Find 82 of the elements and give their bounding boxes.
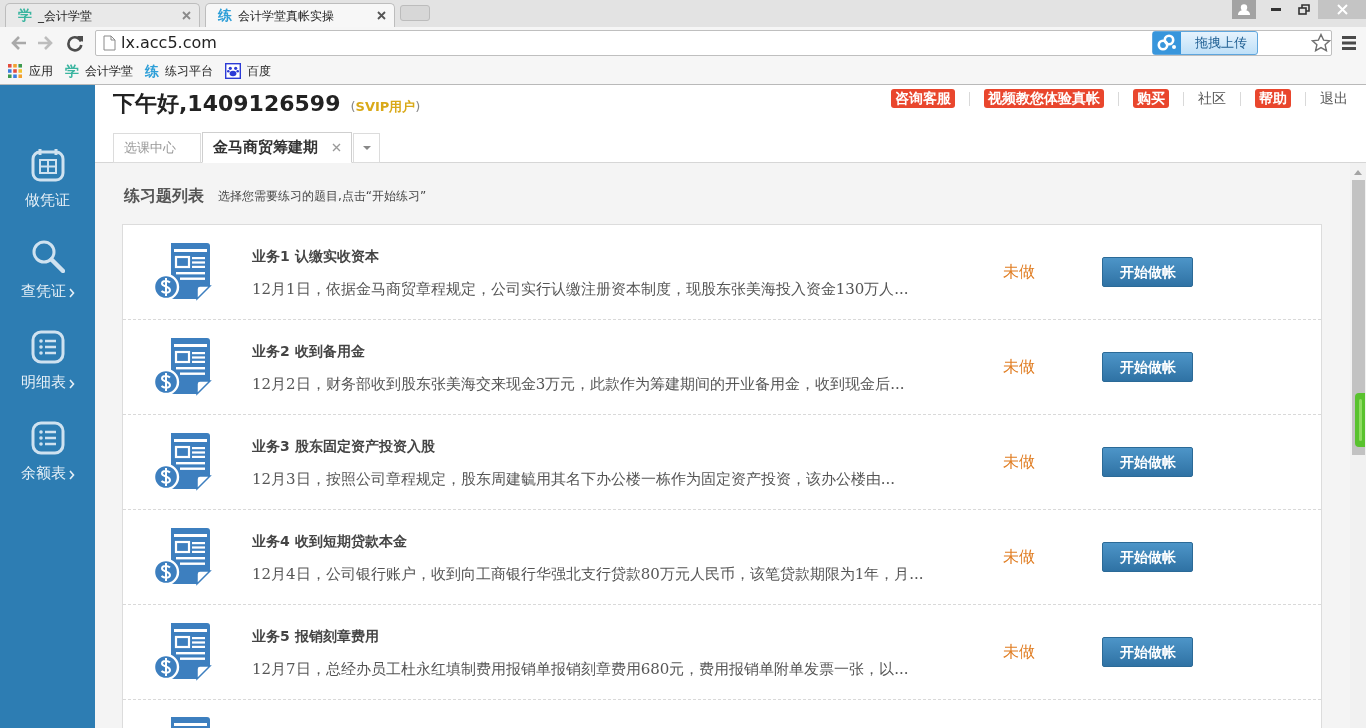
favicon-icon: 学 — [65, 60, 79, 82]
list-icon — [30, 421, 65, 455]
start-button[interactable]: 开始做帐 — [1102, 542, 1193, 572]
exercise-description: 12月2日，财务部收到股东张美海交来现金3万元，此款作为筹建期间的开业备用金，收到现金后... — [252, 373, 906, 394]
bookmark-link[interactable]: 学 会计学堂 — [65, 60, 133, 82]
bookmark-link[interactable]: 百度 — [225, 62, 271, 80]
start-button[interactable]: 开始做帐 — [1102, 447, 1193, 477]
cloud-icon — [1153, 31, 1181, 54]
favicon-icon: 学 — [18, 5, 32, 26]
list-title: 练习题列表 — [124, 185, 204, 207]
greeting-text: 下午好,1409126599 — [113, 90, 341, 118]
exercise-title: 业务2 收到备用金 — [252, 341, 366, 361]
exercise-description: 12月7日，总经办员工杜永红填制费用报销单报销刻章费用680元，费用报销单附单发票一张，以... — [252, 658, 910, 679]
status-text: 未做 — [1003, 642, 1035, 661]
dollar-document-icon — [152, 622, 212, 682]
reload-icon[interactable] — [66, 33, 84, 52]
status-text: 未做 — [1003, 452, 1035, 471]
dollar-document-icon — [152, 242, 212, 302]
list-hint: 选择您需要练习的题目,点击“开始练习” — [218, 188, 427, 205]
upload-extension-button[interactable]: 拖拽上传 — [1152, 30, 1258, 55]
exercise-title: 业务4 收到短期贷款本金 — [252, 531, 408, 551]
calendar-icon — [30, 148, 65, 182]
start-button[interactable]: 开始做帐 — [1102, 352, 1193, 382]
exercise-title: 业务5 报销刻章费用 — [252, 626, 380, 646]
sidebar-label: 查凭证 — [20, 282, 66, 300]
favicon-icon: 练 — [145, 60, 159, 82]
status-text: 未做 — [1003, 547, 1035, 566]
sidebar-label: 明细表 — [20, 373, 66, 391]
paw-icon — [225, 63, 241, 79]
profile-button[interactable] — [1232, 0, 1256, 19]
close-icon — [1336, 4, 1348, 15]
browser-tab[interactable]: 学 _会计学堂 — [5, 3, 200, 27]
menu-icon[interactable] — [1342, 35, 1356, 50]
page-tab[interactable]: 选课中心 — [113, 133, 201, 163]
status-text: 未做 — [1003, 262, 1035, 281]
membership-label: (SVIP用户) — [350, 98, 421, 116]
search-icon — [30, 239, 65, 273]
browser-tab[interactable]: 练 会计学堂真帐实操 — [205, 3, 395, 27]
page-tab[interactable]: 金马商贸筹建期 — [202, 132, 352, 163]
scrollbar-thumb[interactable] — [1352, 180, 1365, 455]
back-icon[interactable] — [9, 33, 27, 52]
header-link[interactable]: 购买 — [1133, 89, 1169, 108]
exercise-title: 业务3 股东固定资产投资入股 — [252, 436, 436, 456]
bookmark-link[interactable]: 练 练习平台 — [145, 60, 213, 82]
sidebar-label: 余额表 — [20, 464, 66, 482]
status-text: 未做 — [1003, 357, 1035, 376]
tab-menu-button[interactable] — [353, 133, 380, 163]
sidebar-item[interactable]: 余额表 — [0, 413, 95, 504]
page-icon — [103, 34, 116, 51]
apps-grid-icon — [8, 64, 22, 78]
caret-icon — [362, 146, 371, 150]
exercise-description: 12月4日，公司银行账户，收到向工商银行华强北支行贷款80万元人民币，该笔贷款期限为1年，月... — [252, 563, 925, 584]
dollar-document-icon — [152, 432, 212, 492]
forward-icon[interactable] — [37, 33, 55, 52]
header-link[interactable]: 退出 — [1320, 89, 1348, 108]
header-link[interactable]: 视频教您体验真帐 — [984, 89, 1104, 108]
start-button[interactable]: 开始做帐 — [1102, 257, 1193, 287]
dollar-document-icon — [152, 527, 212, 587]
restore-icon — [1298, 4, 1310, 15]
exercise-title: 业务1 认缴实收资本 — [252, 246, 380, 266]
sidebar-item[interactable]: 查凭证 — [0, 231, 95, 322]
side-handle-icon[interactable] — [1355, 393, 1365, 447]
scroll-up-icon[interactable] — [1354, 170, 1362, 175]
sidebar-item[interactable]: 明细表 — [0, 322, 95, 413]
header-link[interactable]: 咨询客服 — [891, 89, 955, 108]
person-icon — [1238, 4, 1250, 15]
sidebar-label: 做凭证 — [25, 191, 70, 209]
close-icon[interactable] — [377, 11, 386, 20]
start-button[interactable]: 开始做帐 — [1102, 637, 1193, 667]
sidebar-item[interactable]: 做凭证 — [0, 140, 95, 231]
minimize-icon — [1271, 8, 1281, 11]
new-tab-button[interactable] — [400, 5, 430, 21]
dollar-document-icon — [152, 337, 212, 397]
header-link[interactable]: 社区 — [1198, 89, 1226, 108]
exercise-description: 12月3日，按照公司章程规定，股东周建毓用其名下办公楼一栋作为固定资产投资，该办公楼由... — [252, 468, 896, 489]
favicon-icon: 练 — [218, 5, 232, 26]
header-link[interactable]: 帮助 — [1255, 89, 1291, 108]
list-icon — [30, 330, 65, 364]
address-field[interactable]: lx.acc5.com 拖拽上传 — [95, 29, 1332, 56]
bookmark-link[interactable]: 应用 — [8, 62, 53, 80]
star-icon[interactable] — [1311, 33, 1331, 52]
exercise-description: 12月1日，依据金马商贸章程规定，公司实行认缴注册资本制度，现股东张美海投入资金130万人... — [252, 278, 910, 299]
